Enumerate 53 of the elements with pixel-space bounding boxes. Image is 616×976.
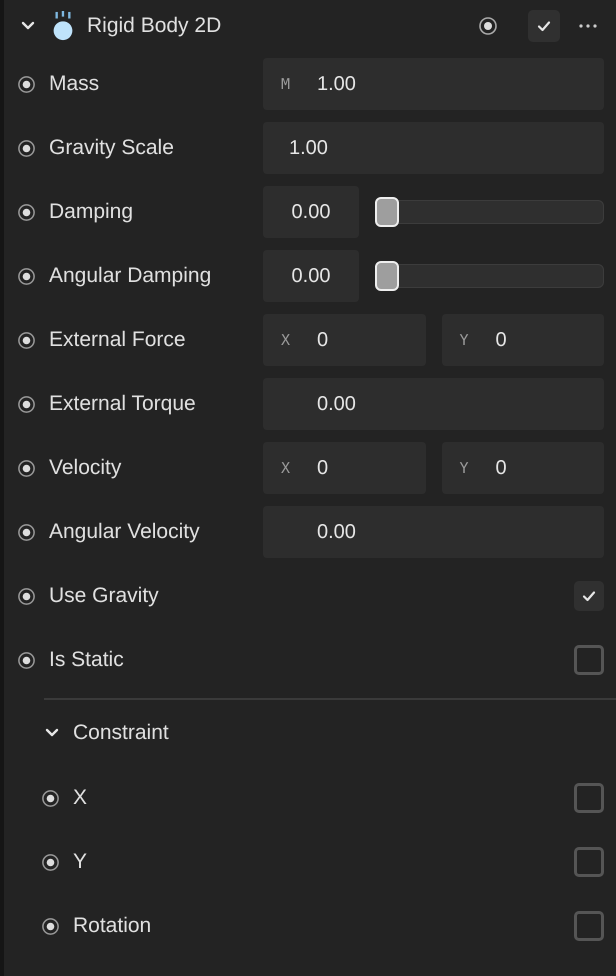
target-icon[interactable] bbox=[17, 458, 36, 478]
target-icon[interactable] bbox=[17, 330, 36, 350]
target-icon[interactable] bbox=[17, 394, 36, 414]
y-field[interactable]: Y 0 bbox=[442, 314, 604, 366]
slider-thumb[interactable] bbox=[375, 197, 399, 227]
checkbox[interactable] bbox=[574, 783, 604, 813]
property-label: External Torque bbox=[49, 392, 197, 416]
property-label: Y bbox=[73, 850, 88, 874]
property-label: Gravity Scale bbox=[49, 136, 175, 160]
enable-checkbox[interactable] bbox=[528, 10, 560, 42]
x-field[interactable]: X 0 bbox=[263, 314, 426, 366]
x-field[interactable]: X 0 bbox=[263, 442, 426, 494]
target-icon[interactable] bbox=[17, 650, 36, 670]
target-icon[interactable] bbox=[17, 138, 36, 158]
number-field[interactable]: 0.00 bbox=[263, 250, 359, 302]
slider-thumb[interactable] bbox=[375, 261, 399, 291]
component-title: Rigid Body 2D bbox=[87, 14, 222, 38]
target-icon[interactable] bbox=[17, 266, 36, 286]
number-field[interactable]: 0.00 bbox=[263, 186, 359, 238]
number-field[interactable]: 1.00 bbox=[263, 122, 604, 174]
property-label: Damping bbox=[49, 200, 134, 224]
target-icon[interactable] bbox=[17, 586, 36, 606]
y-field[interactable]: Y 0 bbox=[442, 442, 604, 494]
target-icon[interactable] bbox=[17, 522, 36, 542]
property-label: Velocity bbox=[49, 456, 122, 480]
section-title: Constraint bbox=[73, 721, 169, 745]
target-icon[interactable] bbox=[41, 916, 60, 936]
property-label: Rotation bbox=[73, 914, 152, 938]
checkbox[interactable] bbox=[574, 911, 604, 941]
checkbox[interactable] bbox=[574, 847, 604, 877]
chevron-icon[interactable] bbox=[45, 728, 59, 738]
property-label: Mass bbox=[49, 72, 100, 96]
slider[interactable] bbox=[375, 197, 604, 227]
number-field[interactable]: M 1.00 bbox=[263, 58, 604, 110]
property-label: Angular Damping bbox=[49, 264, 212, 288]
checkbox[interactable] bbox=[574, 645, 604, 675]
checkbox[interactable] bbox=[574, 581, 604, 611]
number-field[interactable]: 0.00 bbox=[263, 378, 604, 430]
more-icon[interactable] bbox=[578, 23, 598, 29]
slider[interactable] bbox=[375, 261, 604, 291]
property-label: Use Gravity bbox=[49, 584, 160, 608]
property-label: X bbox=[73, 786, 88, 810]
chevron-icon[interactable] bbox=[21, 21, 35, 31]
number-field[interactable]: 0.00 bbox=[263, 506, 604, 558]
target-icon[interactable] bbox=[17, 74, 36, 94]
rigid-body-icon bbox=[51, 11, 75, 41]
target-icon[interactable] bbox=[17, 202, 36, 222]
property-label: Angular Velocity bbox=[49, 520, 201, 544]
target-icon[interactable] bbox=[41, 788, 60, 808]
target-icon[interactable] bbox=[41, 852, 60, 872]
property-label: External Force bbox=[49, 328, 187, 352]
property-label: Is Static bbox=[49, 648, 125, 672]
target-icon[interactable] bbox=[478, 16, 498, 36]
